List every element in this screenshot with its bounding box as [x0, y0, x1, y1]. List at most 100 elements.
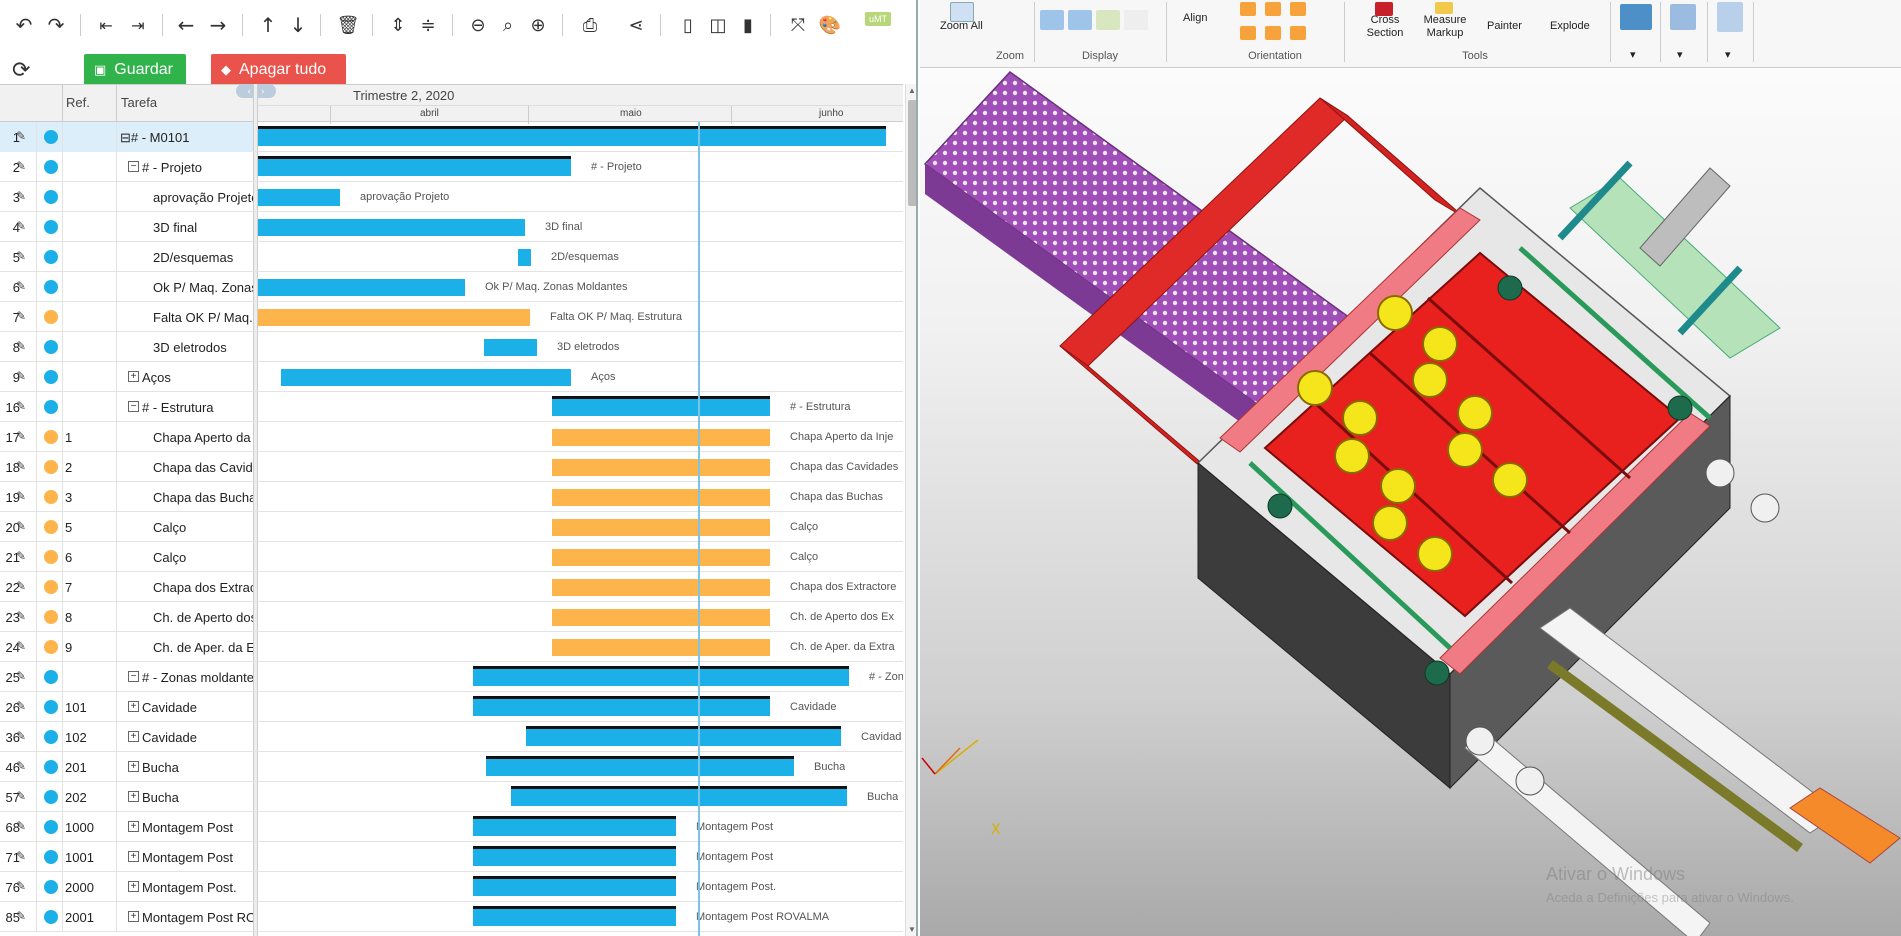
task-name[interactable]: Bucha	[142, 790, 253, 805]
measure-icon[interactable]	[1435, 2, 1453, 14]
indent-icon[interactable]: ⇥	[124, 11, 152, 39]
expand-icon[interactable]: +	[128, 791, 139, 802]
edit-icon[interactable]: ✎	[16, 429, 26, 443]
task-row[interactable]: 5 ✎ 2D/esquemas 2D/esquemas	[0, 242, 903, 272]
task-row[interactable]: 85✎2001+Montagem Post ROVALMAMontagem Po…	[0, 902, 903, 932]
split-view-icon[interactable]: ◫	[704, 11, 732, 39]
expand-icon[interactable]: +	[128, 881, 139, 892]
outdent-icon[interactable]: ⇤	[92, 11, 120, 39]
task-row[interactable]: 26 ✎ 101 + Cavidade Cavidade	[0, 692, 903, 722]
expand-icon[interactable]: +	[128, 761, 139, 772]
edit-icon[interactable]: ✎	[16, 249, 26, 263]
chart-only-icon[interactable]: ▮	[734, 11, 762, 39]
gantt-bar[interactable]	[552, 579, 770, 596]
task-row[interactable]: 6✎Ok P/ Maq. Zonas MoldantesOk P/ Maq. Z…	[0, 272, 903, 302]
task-name[interactable]: Calço	[153, 520, 253, 535]
move-up-icon[interactable]: ↑	[254, 11, 282, 39]
tree-icon[interactable]	[1717, 2, 1743, 32]
refresh-icon[interactable]: ⟳	[12, 58, 30, 83]
edit-icon[interactable]: ✎	[16, 579, 26, 593]
task-name[interactable]: Ok P/ Maq. Zonas Moldantes	[153, 280, 253, 295]
gantt-bar[interactable]	[552, 549, 770, 566]
orientation-top-icon[interactable]	[1265, 2, 1281, 16]
move-right-icon[interactable]: →	[204, 11, 232, 39]
gantt-bar[interactable]	[486, 756, 794, 776]
gantt-bar[interactable]	[473, 696, 770, 716]
collapse-icon[interactable]: −	[128, 161, 139, 172]
align-button[interactable]: Align	[1183, 12, 1207, 24]
gantt-bar[interactable]	[473, 906, 676, 926]
gantt-bar[interactable]	[552, 459, 770, 476]
edit-icon[interactable]: ✎	[16, 339, 26, 353]
task-row[interactable]: 7✎Falta OK P/ Maq. EstruturaFalta OK P/ …	[0, 302, 903, 332]
edit-icon[interactable]: ✎	[16, 639, 26, 653]
column-header-task[interactable]: Tarefa	[121, 95, 157, 110]
filmstrip-icon[interactable]	[1670, 4, 1696, 30]
task-row[interactable]: 9 ✎ + Aços Aços	[0, 362, 903, 392]
mold-3d-model[interactable]	[920, 68, 1901, 936]
task-row[interactable]: 36 ✎ 102 + Cavidade Cavidad	[0, 722, 903, 752]
edit-icon[interactable]: ✎	[16, 369, 26, 383]
task-name[interactable]: Montagem Post.	[142, 880, 253, 895]
task-name[interactable]: Ch. de Aper. da Extracção	[153, 640, 253, 655]
gantt-bar[interactable]	[258, 126, 886, 146]
edit-icon[interactable]: ✎	[16, 729, 26, 743]
gantt-bar[interactable]	[258, 309, 530, 326]
task-row[interactable]: 24✎9Ch. de Aper. da ExtracçãoCh. de Aper…	[0, 632, 903, 662]
task-name[interactable]: Chapa das Buchas	[153, 490, 253, 505]
collapse-all-icon[interactable]: ≑	[414, 11, 442, 39]
task-row[interactable]: 19 ✎ 3 Chapa das Buchas Chapa das Buchas	[0, 482, 903, 512]
gantt-bar[interactable]	[473, 876, 676, 896]
gantt-bar[interactable]	[552, 489, 770, 506]
cross-section-button[interactable]: Cross Section	[1358, 14, 1412, 40]
redo-icon[interactable]: ↷	[42, 11, 70, 39]
gantt-bar[interactable]	[518, 249, 531, 266]
task-name[interactable]: 2D/esquemas	[153, 250, 253, 265]
delete-icon[interactable]: 🗑	[334, 11, 362, 39]
edit-icon[interactable]: ✎	[16, 789, 26, 803]
gantt-bar[interactable]	[473, 816, 676, 836]
scroll-thumb[interactable]	[908, 100, 916, 206]
edit-icon[interactable]: ✎	[16, 309, 26, 323]
task-name[interactable]: Montagem Post	[142, 850, 253, 865]
expand-icon[interactable]: +	[128, 821, 139, 832]
edit-icon[interactable]: ✎	[16, 219, 26, 233]
gantt-bar[interactable]	[258, 219, 525, 236]
share-icon[interactable]: ⋖	[622, 11, 650, 39]
task-name[interactable]: Aços	[142, 370, 253, 385]
column-header-ref[interactable]: Ref.	[66, 95, 90, 110]
task-row[interactable]: 71 ✎ 1001 + Montagem Post Montagem Post	[0, 842, 903, 872]
task-name[interactable]: Ch. de Aperto dos Extractores	[153, 610, 253, 625]
explode-button[interactable]: Explode	[1550, 20, 1590, 32]
edit-icon[interactable]: ✎	[16, 399, 26, 413]
task-name[interactable]: Cavidade	[142, 730, 253, 745]
zoom-fit-icon[interactable]: ⌕	[494, 11, 522, 39]
task-name[interactable]: Falta OK P/ Maq. Estrutura	[153, 310, 253, 325]
undo-icon[interactable]: ↶	[10, 11, 38, 39]
edit-icon[interactable]: ✎	[16, 129, 26, 143]
edit-icon[interactable]: ✎	[16, 189, 26, 203]
gantt-bar[interactable]	[258, 189, 340, 206]
orientation-iso-icon[interactable]	[1290, 26, 1306, 40]
gantt-bar[interactable]	[473, 846, 676, 866]
orientation-back-icon[interactable]	[1240, 26, 1256, 40]
task-name[interactable]: aprovação Projeto	[153, 190, 253, 205]
task-row[interactable]: 76 ✎ 2000 + Montagem Post. Montagem Post.	[0, 872, 903, 902]
edit-icon[interactable]: ✎	[16, 699, 26, 713]
expand-icon[interactable]: +	[128, 851, 139, 862]
expand-icon[interactable]: +	[128, 911, 139, 922]
gantt-bar[interactable]	[552, 396, 770, 416]
edit-icon[interactable]: ✎	[16, 669, 26, 683]
expand-icon[interactable]: +	[128, 731, 139, 742]
edit-icon[interactable]: ✎	[16, 489, 26, 503]
expand-icon[interactable]: +	[128, 371, 139, 382]
move-down-icon[interactable]: ↓	[284, 11, 312, 39]
measure-markup-button[interactable]: Measure Markup	[1417, 14, 1473, 40]
display-wireframe-icon[interactable]	[1040, 10, 1064, 30]
gantt-bar[interactable]	[258, 156, 571, 176]
display-shaded-icon[interactable]	[1068, 10, 1092, 30]
zoom-in-icon[interactable]: ⊕	[524, 11, 552, 39]
edit-icon[interactable]: ✎	[16, 549, 26, 563]
task-name[interactable]: Bucha	[142, 760, 253, 775]
fullscreen-icon[interactable]: ⤧	[784, 11, 812, 39]
